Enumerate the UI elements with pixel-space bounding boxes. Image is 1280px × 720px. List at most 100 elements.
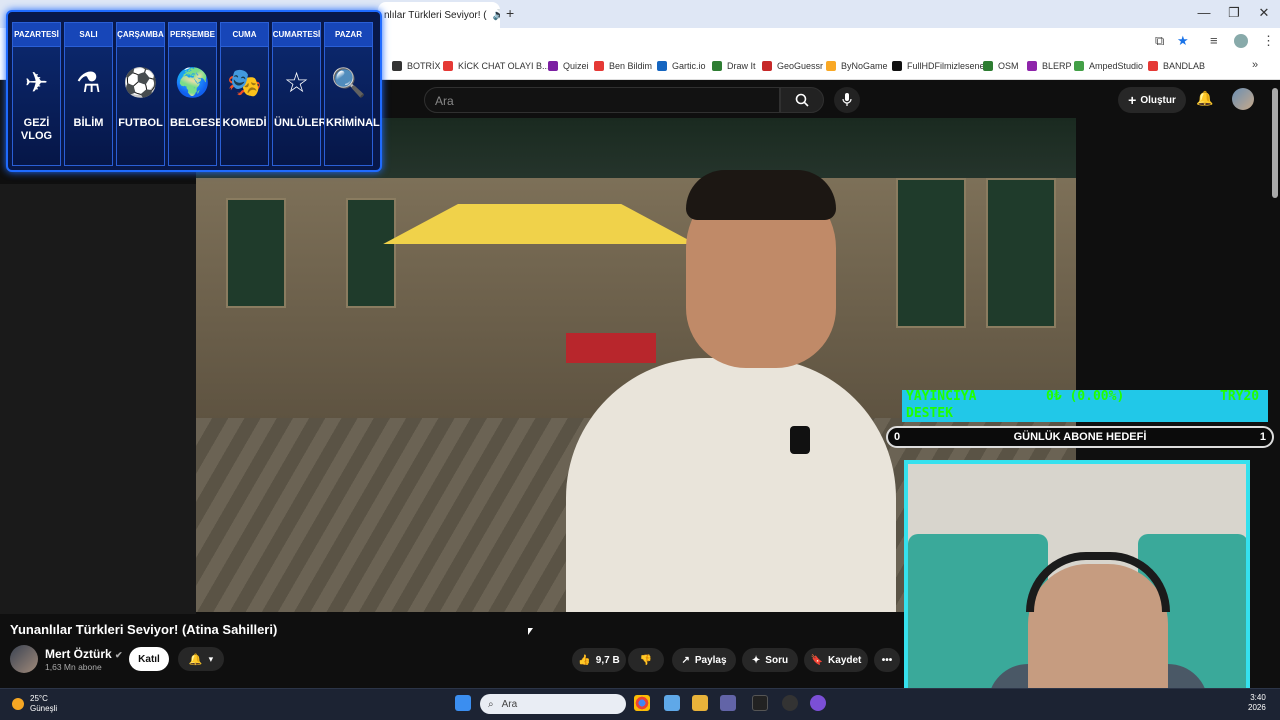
bookmark-item[interactable]: ByNoGame (826, 61, 888, 71)
weather-widget[interactable]: 25°C Güneşli (12, 694, 57, 714)
like-count: 9,7 B (595, 654, 620, 666)
schedule-day-5: CUMA 🎭 KOMEDİ (220, 22, 269, 166)
browser-tab-active[interactable]: nlılar Türkleri Seviyor! ( 🔊 ✕ (378, 2, 500, 28)
profile-avatar[interactable] (1234, 34, 1248, 48)
share-icon: ↗ (681, 654, 690, 666)
browser-menu-icon[interactable]: ⋮ (1262, 33, 1275, 49)
bookmark-item[interactable]: KİCK CHAT OLAYI B... (443, 61, 550, 71)
donation-left-text: YAYINCIYA (906, 389, 977, 404)
lapel-microphone (790, 426, 810, 454)
bookmark-item[interactable]: OSM (983, 61, 1019, 71)
bookmark-star-icon[interactable]: ★ (1177, 33, 1189, 49)
dislike-button[interactable]: 👎 (628, 648, 664, 672)
schedule-day-name: CUMA (221, 23, 268, 47)
epic-games-icon[interactable] (752, 695, 768, 711)
bookmark-item[interactable]: Quizei (548, 61, 589, 71)
donation-target-text: TRY20 (1220, 389, 1260, 404)
channel-name[interactable]: Mert Öztürk ✔ (45, 647, 123, 661)
bookmark-item[interactable]: AmpedStudio (1074, 61, 1143, 71)
search-input[interactable]: Ara (424, 87, 780, 113)
join-button[interactable]: Katıl (129, 647, 169, 671)
maximize-button[interactable]: ❐ (1224, 5, 1244, 21)
taskbar-search-placeholder: Ara (501, 698, 518, 710)
bookmark-label: Gartic.io (672, 61, 706, 71)
create-button[interactable]: + Oluştur (1118, 87, 1186, 113)
bookmark-item[interactable]: Gartic.io (657, 61, 706, 71)
bookmark-favicon-icon (983, 61, 993, 71)
bookmark-favicon-icon (712, 61, 722, 71)
bookmark-item[interactable]: BANDLAB (1148, 61, 1205, 71)
goal-label: GÜNLÜK ABONE HEDEFİ (1013, 431, 1147, 443)
bookmark-label: KİCK CHAT OLAYI B... (458, 61, 550, 71)
app-icon[interactable] (810, 695, 826, 711)
schedule-category-label: FUTBOL (118, 117, 163, 129)
start-menu-icon[interactable] (455, 695, 471, 711)
schedule-category-label: ÜNLÜLER (274, 117, 327, 129)
account-avatar[interactable] (1232, 88, 1254, 110)
video-title: Yunanlılar Türkleri Seviyor! (Atina Sahi… (10, 622, 278, 637)
bookmark-label: OSM (998, 61, 1019, 71)
subscriber-goal-bar: 0 GÜNLÜK ABONE HEDEFİ 1 (886, 426, 1274, 448)
ask-button[interactable]: ✦ Soru (742, 648, 798, 672)
bookmark-item[interactable]: Ben Bildim (594, 61, 652, 71)
bookmark-item[interactable]: FullHDFilmizlesene (892, 61, 985, 71)
like-button[interactable]: 👍 9,7 B (572, 648, 626, 672)
bookmark-item[interactable]: GeoGuessr (762, 61, 823, 71)
goal-end: 1 (1259, 431, 1266, 443)
webcam-feed (904, 460, 1250, 716)
bookmark-label: Quizei (563, 61, 589, 71)
speaker-icon[interactable]: 🔊 (493, 10, 500, 21)
bookmark-favicon-icon (1074, 61, 1084, 71)
media-control-icon[interactable]: ≡ (1210, 33, 1218, 48)
red-crates (566, 333, 656, 363)
system-clock[interactable]: 3:40 2026 (1248, 693, 1266, 713)
teams-icon[interactable] (720, 695, 736, 711)
bookmark-item[interactable]: BOTRİX (392, 61, 441, 71)
temperature: 25°C (30, 694, 48, 703)
right-backdrop (1076, 118, 1272, 398)
minimize-button[interactable]: — (1194, 5, 1214, 20)
clock-time: 3:40 (1250, 693, 1266, 702)
bookmark-item[interactable]: BLERP (1027, 61, 1072, 71)
new-tab-button[interactable]: + (506, 5, 514, 21)
bookmark-label: AmpedStudio (1089, 61, 1144, 71)
bookmark-favicon-icon (826, 61, 836, 71)
chrome-icon[interactable] (634, 695, 650, 711)
obs-icon[interactable] (782, 695, 798, 711)
sun-icon (12, 698, 24, 710)
clock-year: 2026 (1248, 703, 1266, 712)
building-window (226, 198, 286, 308)
bookmark-label: BLERP (1042, 61, 1072, 71)
subscription-bell-button[interactable]: 🔔 ▾ (178, 647, 224, 671)
more-bookmarks-icon[interactable]: » (1252, 59, 1258, 71)
search-button[interactable] (780, 87, 824, 113)
create-label: Oluştur (1140, 94, 1176, 106)
schedule-day-name: PAZARTESİ (13, 23, 60, 47)
comedy-mask-icon: 🎭 (227, 66, 262, 98)
schedule-day-3: ÇARŞAMBA ⚽ FUTBOL (116, 22, 165, 166)
bookmark-favicon-icon (762, 61, 772, 71)
channel-avatar[interactable] (10, 645, 38, 673)
file-explorer-icon[interactable] (692, 695, 708, 711)
page-scrollbar[interactable] (1272, 88, 1278, 198)
share-button[interactable]: ↗ Paylaş (672, 648, 736, 672)
voice-search-button[interactable] (834, 87, 860, 113)
taskbar-search[interactable]: ⌕ Ara (480, 694, 626, 714)
app-icon[interactable] (664, 695, 680, 711)
notifications-bell-icon[interactable]: 🔔 (1196, 90, 1213, 107)
schedule-day-name: ÇARŞAMBA (117, 23, 164, 47)
save-button[interactable]: 🔖 Kaydet (804, 648, 868, 672)
close-window-button[interactable]: ✕ (1254, 5, 1274, 21)
bookmark-favicon-icon (443, 61, 453, 71)
install-app-icon[interactable]: ⧉ (1155, 33, 1164, 49)
schedule-day-name: PERŞEMBE (169, 23, 216, 47)
bookmark-favicon-icon (594, 61, 604, 71)
globe-plane-icon: ✈ (24, 66, 49, 98)
schedule-category-label: KRİMİNAL (326, 117, 380, 129)
ask-label: Soru (765, 654, 789, 666)
more-actions-button[interactable]: ••• (874, 648, 900, 672)
man-shirt (566, 358, 896, 612)
star-icon: ☆ (283, 66, 310, 98)
bookmark-item[interactable]: Draw It (712, 61, 756, 71)
bookmark-label: FullHDFilmizlesene (907, 61, 985, 71)
